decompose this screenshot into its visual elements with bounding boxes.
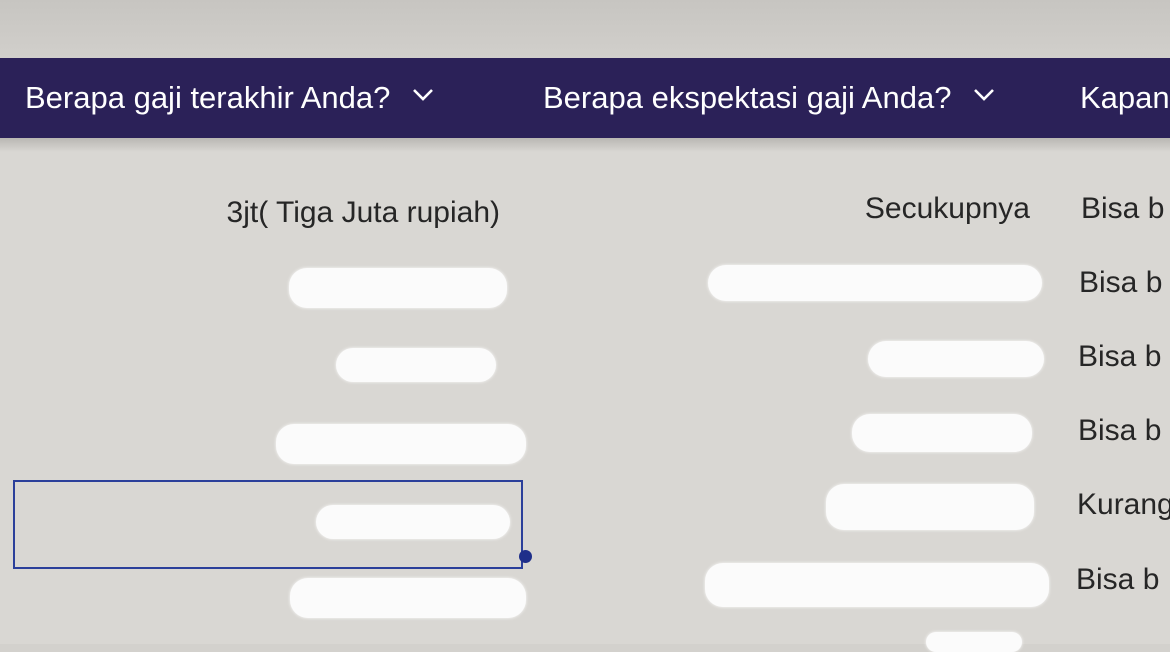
cell-availability[interactable]: Kurang — [1077, 488, 1170, 522]
cell-availability[interactable]: Bisa b — [1079, 266, 1170, 300]
header-shadow — [0, 138, 1170, 152]
column-header-label: Berapa gaji terakhir Anda? — [25, 80, 391, 115]
redacted-cell — [852, 414, 1032, 452]
column-header-expected-salary[interactable]: Berapa ekspektasi gaji Anda? — [543, 58, 995, 138]
cell-availability[interactable]: Bisa b — [1081, 192, 1170, 226]
selected-cell-outline[interactable] — [13, 480, 523, 569]
table-header: Berapa gaji terakhir Anda? Berapa ekspek… — [0, 58, 1170, 138]
fill-handle[interactable] — [519, 550, 532, 563]
column-header-availability[interactable]: Kapan — [1080, 58, 1170, 138]
chevron-down-icon[interactable] — [412, 88, 434, 102]
redacted-cell — [926, 632, 1022, 652]
redacted-cell — [705, 563, 1049, 607]
cell-expected-salary[interactable]: Secukupnya — [700, 192, 1030, 226]
redacted-cell — [336, 348, 496, 382]
column-header-label: Kapan — [1080, 80, 1170, 115]
column-header-label: Berapa ekspektasi gaji Anda? — [543, 80, 952, 115]
redacted-cell — [708, 265, 1042, 301]
redacted-cell — [276, 424, 526, 464]
screen-bezel-top — [0, 0, 1170, 58]
redacted-cell — [826, 484, 1034, 530]
cell-availability[interactable]: Bisa b — [1076, 563, 1170, 597]
cell-availability[interactable]: Bisa b — [1078, 414, 1170, 448]
redacted-cell — [290, 578, 526, 618]
cell-last-salary[interactable]: 3jt( Tiga Juta rupiah) — [60, 196, 500, 230]
redacted-cell — [289, 268, 507, 308]
chevron-down-icon[interactable] — [973, 88, 995, 102]
redacted-cell — [868, 341, 1044, 377]
column-header-last-salary[interactable]: Berapa gaji terakhir Anda? — [25, 58, 434, 138]
cell-availability[interactable]: Bisa b — [1078, 340, 1170, 374]
